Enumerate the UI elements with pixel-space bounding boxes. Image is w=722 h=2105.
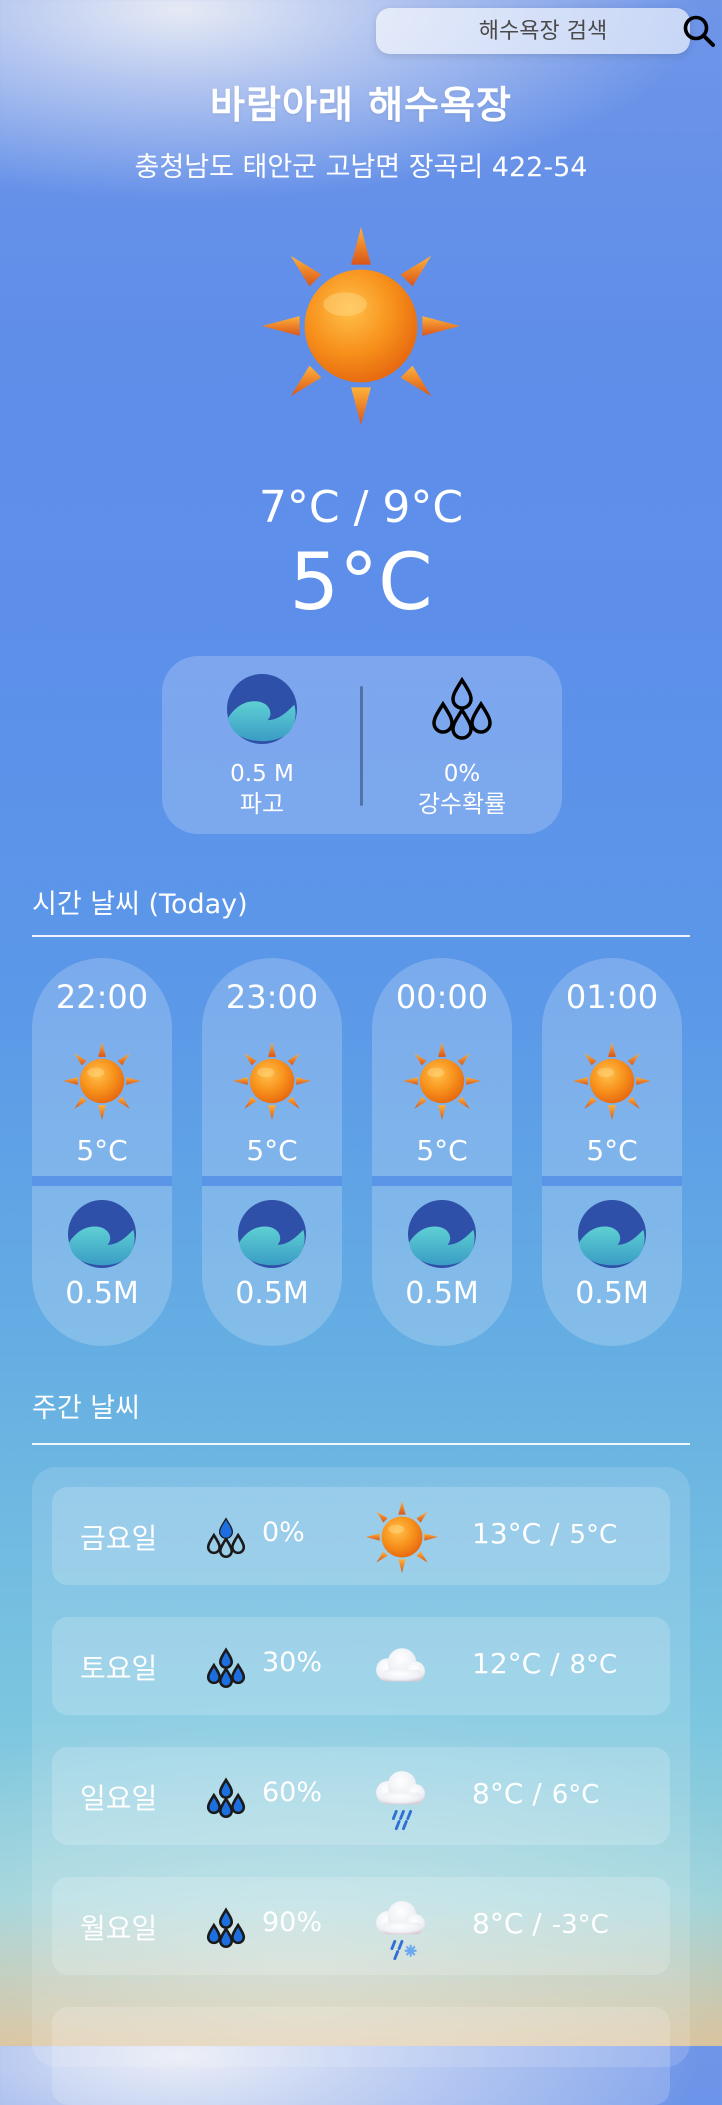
week-rain: 30% bbox=[262, 1647, 323, 1678]
weekly-row[interactable]: 금요일 0% 13°C / 5°C bbox=[52, 1487, 670, 1585]
hour-temp: 5°C bbox=[246, 1134, 298, 1167]
week-day: 일요일 bbox=[80, 1782, 158, 1815]
hour-temp: 5°C bbox=[586, 1134, 638, 1167]
weekly-row[interactable]: 토요일 30% 12°C / 8°C bbox=[52, 1617, 670, 1715]
week-day: 금요일 bbox=[80, 1522, 158, 1555]
hourly-card: 23:00 5°C 0.5M bbox=[202, 958, 342, 1346]
wave-stat: 0.5 M 파고 bbox=[172, 674, 352, 820]
raindrops-icon bbox=[206, 1778, 246, 1818]
wave-icon bbox=[68, 1200, 136, 1268]
week-temp: 8°C / -3°C bbox=[472, 1907, 609, 1940]
beach-name: 바람아래 해수욕장 bbox=[210, 83, 512, 127]
week-rain: 60% bbox=[262, 1777, 323, 1808]
week-high: 13°C / bbox=[472, 1517, 560, 1550]
hour-temp: 5°C bbox=[76, 1134, 128, 1167]
stat-divider bbox=[360, 686, 363, 806]
hour-time: 23:00 bbox=[225, 978, 319, 1016]
weekly-row[interactable]: 일요일 60% 8°C / 6°C bbox=[52, 1747, 670, 1845]
week-low: 8°C bbox=[569, 1650, 618, 1680]
hour-wave: 0.5M bbox=[405, 1276, 479, 1311]
rain-probability: 0% bbox=[443, 761, 481, 787]
weekly-divider bbox=[32, 1443, 690, 1445]
raindrops-icon bbox=[206, 1908, 246, 1948]
temp-range: 7°C / 9°C bbox=[258, 482, 464, 533]
week-high: 12°C / bbox=[472, 1647, 560, 1680]
week-temp: 8°C / 6°C bbox=[472, 1777, 599, 1810]
sun-icon bbox=[366, 1501, 438, 1573]
weekly-title: 주간 날씨 bbox=[32, 1393, 140, 1424]
sun-icon bbox=[403, 1042, 481, 1120]
hour-time: 22:00 bbox=[55, 978, 149, 1016]
raindrops-icon bbox=[206, 1518, 246, 1558]
week-temp: 13°C / 5°C bbox=[472, 1517, 617, 1550]
search-icon[interactable] bbox=[682, 12, 716, 50]
sun-icon bbox=[262, 227, 460, 425]
hourly-card: 00:00 5°C 0.5M bbox=[372, 958, 512, 1346]
cloud-icon bbox=[376, 1648, 426, 1682]
sun-icon bbox=[233, 1042, 311, 1120]
week-low: 6°C bbox=[551, 1780, 600, 1810]
hourly-card: 01:00 5°C 0.5M bbox=[542, 958, 682, 1346]
week-day: 월요일 bbox=[80, 1912, 158, 1945]
raindrops-icon bbox=[432, 678, 492, 740]
hour-temp: 5°C bbox=[416, 1134, 468, 1167]
weekly-row[interactable]: 월요일 90% 8°C / -3°C bbox=[52, 1877, 670, 1975]
hour-time: 00:00 bbox=[395, 978, 489, 1016]
hour-separator bbox=[372, 1176, 512, 1186]
rain-label: 강수확률 bbox=[417, 790, 507, 818]
hour-separator bbox=[32, 1176, 172, 1186]
hour-wave: 0.5M bbox=[575, 1276, 649, 1311]
snow-rain-cloud-icon bbox=[376, 1901, 426, 1961]
week-day: 토요일 bbox=[80, 1652, 158, 1685]
wave-label: 파고 bbox=[239, 790, 285, 818]
weekly-panel: 금요일 0% 13°C / 5°C 토요일 30% 12°C / 8°C 일요일 6… bbox=[32, 1467, 690, 2105]
rain-stat: 0% 강수확률 bbox=[372, 674, 552, 820]
hour-wave: 0.5M bbox=[65, 1276, 139, 1311]
wave-icon bbox=[408, 1200, 476, 1268]
week-rain: 0% bbox=[262, 1517, 305, 1548]
raindrops-icon bbox=[206, 1648, 246, 1688]
search-bar[interactable] bbox=[376, 8, 715, 54]
hour-wave: 0.5M bbox=[235, 1276, 309, 1311]
sun-icon bbox=[63, 1042, 141, 1120]
today-stats-card: 0.5 M 파고 0% 강수확률 bbox=[162, 656, 562, 834]
week-rain: 90% bbox=[262, 1907, 323, 1938]
current-temp: 5°C bbox=[289, 538, 433, 628]
hour-separator bbox=[202, 1176, 342, 1186]
wave-icon bbox=[578, 1200, 646, 1268]
beach-address: 충청남도 태안군 고남면 장곡리 422-54 bbox=[134, 152, 588, 183]
search-input[interactable] bbox=[376, 17, 682, 45]
weekly-row-partial[interactable] bbox=[52, 2007, 670, 2105]
hour-separator bbox=[542, 1176, 682, 1186]
wave-height: 0.5 M bbox=[230, 761, 294, 787]
hour-time: 01:00 bbox=[565, 978, 659, 1016]
week-low: 5°C bbox=[569, 1520, 618, 1550]
week-low: -3°C bbox=[551, 1910, 609, 1940]
wave-icon bbox=[227, 674, 297, 744]
hourly-card: 22:00 5°C 0.5M bbox=[32, 958, 172, 1346]
rain-cloud-icon bbox=[376, 1771, 426, 1831]
week-temp: 12°C / 8°C bbox=[472, 1647, 617, 1680]
sun-icon bbox=[573, 1042, 651, 1120]
hourly-divider bbox=[32, 935, 690, 937]
week-high: 8°C / bbox=[472, 1777, 542, 1810]
wave-icon bbox=[238, 1200, 306, 1268]
hourly-title: 시간 날씨 (Today) bbox=[32, 889, 248, 920]
week-high: 8°C / bbox=[472, 1907, 542, 1940]
